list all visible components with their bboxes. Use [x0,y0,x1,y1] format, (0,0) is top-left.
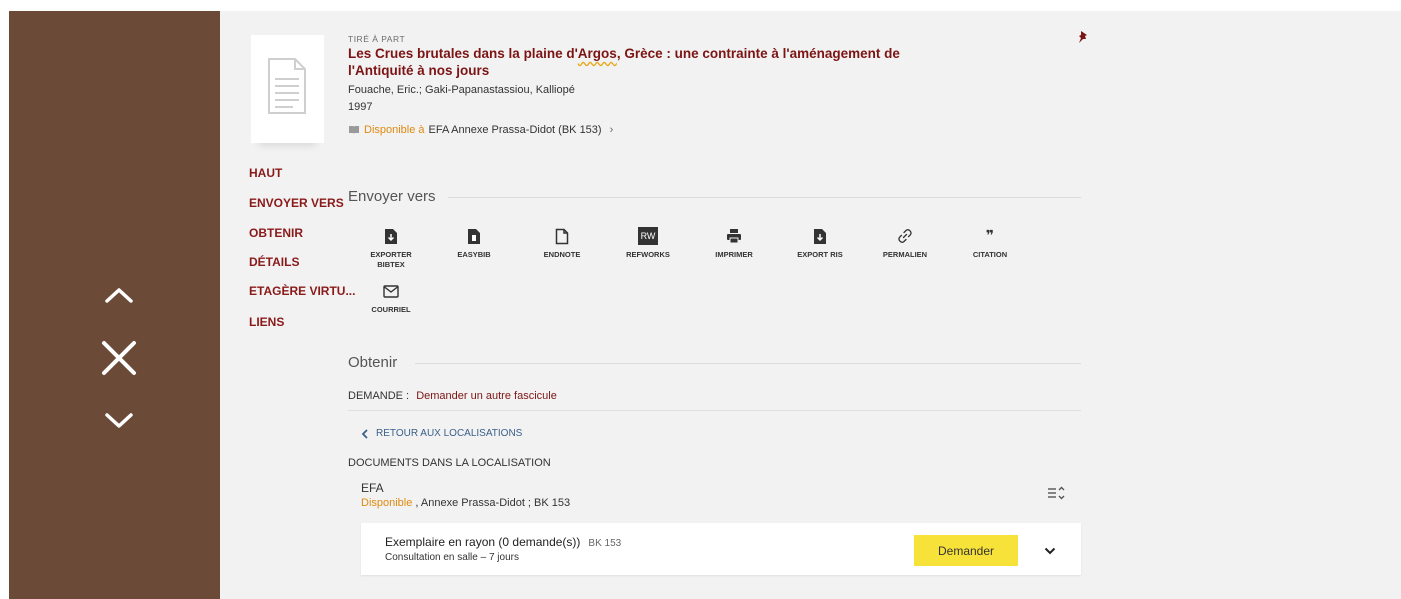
send-permalink-label: PERMALIEN [882,250,928,259]
location-shelf: , Annexe Prassa-Didot ; BK 153 [412,497,571,509]
send-citation-button[interactable]: ❞ CITATION [955,226,1025,260]
send-to-title: Envoyer vers [348,188,436,205]
jump-link-obtain[interactable]: OBTENIR [249,226,303,240]
send-print-button[interactable]: IMPRIMER [699,226,769,260]
send-print-label: IMPRIMER [715,250,753,259]
chevron-up-icon [105,288,133,303]
record-title-part1: Les Crues brutales dans la plaine d' [348,46,578,61]
send-citation-label: CITATION [972,250,1008,259]
close-icon [102,341,136,375]
item-call-number: BK 153 [588,538,622,549]
quote-icon: ❞ [985,228,995,244]
chevron-down-icon [105,413,133,428]
send-to-divider [448,197,1081,198]
book-icon [349,126,359,134]
previous-record-button[interactable] [95,271,143,319]
demande-row: DEMANDE : Demander un autre fascicule [348,390,557,402]
send-endnote-button[interactable]: ENDNOTE [527,226,597,260]
bibtex-file-icon [385,228,397,244]
jump-link-top[interactable]: HAUT [249,166,282,180]
demande-label: DEMANDE : [348,390,410,402]
refworks-icon: RW [638,227,658,245]
link-icon [898,229,912,243]
location-detail: Disponible , Annexe Prassa-Didot ; BK 15… [361,497,570,509]
availability-location: EFA Annexe Prassa-Didot (BK 153) [428,124,602,136]
send-bibtex-label: EXPORTER BIBTEX [370,250,412,269]
send-permalink-button[interactable]: PERMALIEN [870,226,940,260]
easybib-icon [468,228,480,244]
demande-divider [348,410,1081,411]
item-title: Exemplaire en rayon (0 demande(s)) [385,535,581,549]
jump-link-send-to[interactable]: ENVOYER VERS [249,196,344,210]
item-policy: Consultation en salle – 7 jours [385,552,519,563]
close-record-button[interactable] [95,334,143,382]
print-icon [727,229,741,244]
send-email-label: COURRIEL [371,305,411,314]
sort-icon [1048,486,1065,500]
expand-item-button[interactable] [1044,542,1056,560]
mail-icon [383,284,399,298]
availability-link[interactable]: Disponible à EFA Annexe Prassa-Didot (BK… [348,124,613,136]
record-type: TIRÉ À PART [348,34,406,44]
pin-record-button[interactable] [1077,30,1089,49]
record-title[interactable]: Les Crues brutales dans la plaine d'Argo… [348,45,958,79]
send-refworks-label: REFWORKS [626,250,670,259]
record-year: 1997 [348,101,373,113]
record-thumbnail [251,35,324,143]
record-title-spellcheck-word: Argos [577,46,617,61]
record-authors: Fouache, Eric.; Gaki-Papanastassiou, Kal… [348,84,575,96]
record-navigation-bar [9,11,220,599]
send-email-button[interactable]: COURRIEL [356,281,426,315]
pin-icon [1079,31,1087,43]
send-easybib-button[interactable]: EASYBIB [439,226,509,260]
send-ris-button[interactable]: EXPORT RIS [785,226,855,260]
send-bibtex-button[interactable]: EXPORTER BIBTEX [356,226,426,270]
obtain-divider [415,363,1081,364]
request-other-issue-link[interactable]: Demander un autre fascicule [416,390,557,402]
availability-chevron-icon: › [609,124,614,136]
back-to-locations-label: RETOUR AUX LOCALISATIONS [376,428,523,439]
item-card[interactable]: Exemplaire en rayon (0 demande(s)) BK 153… [361,523,1081,575]
endnote-file-icon [555,228,569,244]
send-ris-label: EXPORT RIS [797,250,843,259]
chevron-left-icon [362,428,368,439]
availability-status: Disponible à [364,124,425,136]
jump-link-virtual-shelf[interactable]: ETAGÈRE VIRTU... [249,284,355,298]
request-button[interactable]: Demander [914,535,1018,566]
send-refworks-button[interactable]: RW REFWORKS [613,226,683,260]
sort-items-button[interactable] [1047,486,1065,505]
next-record-button[interactable] [95,397,143,445]
location-status: Disponible [361,497,413,509]
send-easybib-label: EASYBIB [457,250,491,259]
send-endnote-label: ENDNOTE [543,250,581,259]
chevron-down-icon [1044,547,1056,555]
ris-file-icon [814,228,826,244]
document-icon [268,58,306,114]
jump-link-links[interactable]: LIENS [249,315,284,329]
jump-link-details[interactable]: DÉTAILS [249,255,299,269]
obtain-title: Obtenir [348,354,398,371]
location-name: EFA [361,481,384,495]
documents-in-location-title: DOCUMENTS DANS LA LOCALISATION [348,457,551,469]
item-main: Exemplaire en rayon (0 demande(s)) BK 153 [385,535,621,549]
back-to-locations-link[interactable]: RETOUR AUX LOCALISATIONS [362,428,522,439]
